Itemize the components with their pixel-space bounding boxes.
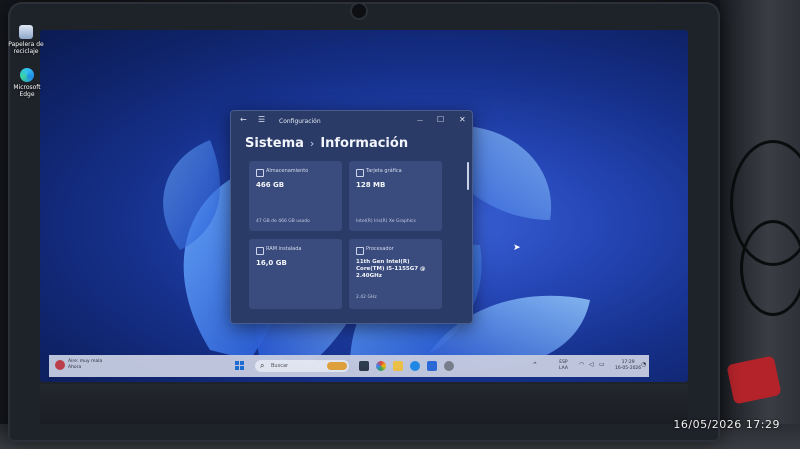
- desktop-icon-recycle-bin[interactable]: Papelera de reciclaje: [4, 25, 48, 55]
- taskbar: Aire: muy mala Ahora ⌕ Buscar ⌃ ESP LAA …: [49, 355, 649, 377]
- settings-window: ← ☰ Configuración — ☐ ✕ Sistema › Informac…: [230, 110, 473, 324]
- store-icon[interactable]: [427, 361, 437, 371]
- processor-icon: [356, 247, 364, 255]
- ram-icon: [256, 247, 264, 255]
- card-title: RAM instalada: [266, 246, 302, 252]
- card-value: 11th Gen Intel(R) Core(TM) i5-1155G7 @ 2…: [356, 259, 426, 279]
- graphics-card[interactable]: Tarjeta gráfica 128 MB Intel(R) Iris(R) …: [349, 161, 442, 231]
- cable: [740, 220, 800, 316]
- card-title: Procesador: [366, 246, 394, 252]
- storage-card[interactable]: Almacenamiento 466 GB 47 GB de 466 GB us…: [249, 161, 342, 231]
- language-line: LAA: [559, 366, 568, 371]
- clock-date: 16-05-2026: [615, 366, 642, 371]
- weather-line: Ahora: [68, 365, 82, 370]
- close-icon[interactable]: ✕: [459, 115, 466, 124]
- desktop-icon-edge[interactable]: Microsoft Edge: [5, 68, 49, 98]
- card-detail: 47 GB de 466 GB usado: [256, 219, 310, 224]
- recycle-bin-icon: [19, 25, 33, 39]
- title-bar: ← ☰ Configuración — ☐ ✕: [231, 111, 472, 131]
- wifi-icon[interactable]: ◠: [579, 362, 584, 368]
- clock[interactable]: 17:29 16-05-2026: [615, 360, 641, 372]
- volume-icon[interactable]: ◁: [589, 362, 594, 368]
- weather-widget[interactable]: Aire: muy mala Ahora: [68, 359, 128, 371]
- processor-card[interactable]: Procesador 11th Gen Intel(R) Core(TM) i5…: [349, 239, 442, 309]
- taskbar-search[interactable]: ⌕ Buscar: [255, 360, 349, 372]
- card-value: 16,0 GB: [256, 259, 287, 267]
- weather-icon[interactable]: [55, 360, 65, 370]
- chrome-icon[interactable]: [376, 361, 386, 371]
- search-icon: ⌕: [260, 361, 265, 370]
- graphics-card-icon: [356, 169, 364, 177]
- search-placeholder: Buscar: [271, 363, 289, 369]
- card-detail: Intel(R) Iris(R) Xe Graphics: [356, 219, 416, 224]
- card-title: Almacenamiento: [266, 168, 309, 174]
- windows-logo-icon: [240, 366, 244, 370]
- breadcrumb: Sistema › Información: [245, 136, 408, 151]
- laptop-bottom-bezel: [40, 384, 688, 424]
- desktop-icon-label: Papelera de reciclaje: [8, 41, 44, 55]
- file-explorer-icon[interactable]: [393, 361, 403, 371]
- window-title: Configuración: [279, 118, 321, 125]
- maximize-icon[interactable]: ☐: [437, 115, 444, 124]
- card-value: 128 MB: [356, 181, 386, 189]
- card-detail: 2.42 GHz: [356, 295, 377, 300]
- breadcrumb-current: Información: [320, 136, 409, 151]
- language-indicator[interactable]: ESP LAA: [559, 360, 568, 372]
- edge-icon: [20, 68, 34, 82]
- webcam: [352, 4, 366, 18]
- mouse-cursor-icon: ➤: [513, 243, 521, 253]
- notifications-icon[interactable]: ◔: [641, 362, 646, 368]
- battery-icon[interactable]: ▭: [599, 362, 605, 368]
- desktop-icon-label: Microsoft Edge: [13, 84, 41, 98]
- card-title: Tarjeta gráfica: [366, 168, 402, 174]
- windows-logo-icon: [235, 366, 239, 370]
- photo-timestamp: 16/05/2026 17:29: [673, 418, 780, 431]
- menu-icon[interactable]: ☰: [258, 115, 265, 124]
- edge-taskbar-icon[interactable]: [410, 361, 420, 371]
- windows-logo-icon: [235, 361, 239, 365]
- task-view-icon[interactable]: [359, 361, 369, 371]
- minimize-icon[interactable]: —: [417, 117, 423, 124]
- chevron-up-icon[interactable]: ⌃: [532, 362, 538, 369]
- ram-card[interactable]: RAM instalada 16,0 GB: [249, 239, 342, 309]
- storage-icon: [256, 169, 264, 177]
- window-scrollbar[interactable]: [467, 162, 469, 190]
- back-icon[interactable]: ←: [240, 115, 247, 124]
- settings-taskbar-icon[interactable]: [444, 361, 454, 371]
- start-button[interactable]: [235, 361, 245, 371]
- card-value: 466 GB: [256, 181, 285, 189]
- breadcrumb-parent[interactable]: Sistema: [245, 136, 304, 151]
- breadcrumb-separator: ›: [309, 137, 315, 150]
- windows-logo-icon: [240, 361, 244, 365]
- search-highlight-icon: [327, 362, 347, 370]
